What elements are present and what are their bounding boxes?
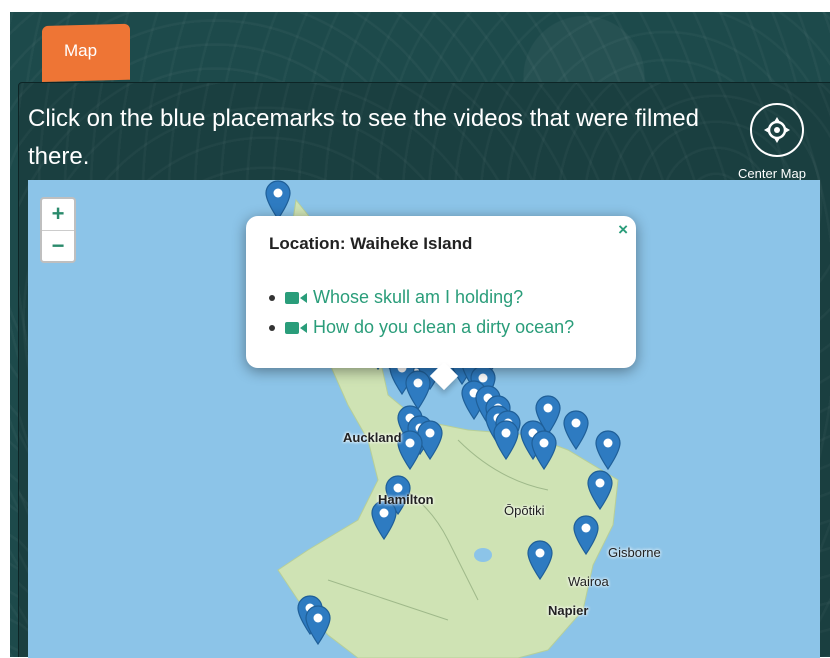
- place-label-napier: Napier: [548, 603, 589, 618]
- video-camera-icon: [285, 292, 307, 305]
- place-label-wairoa: Wairoa: [568, 574, 609, 589]
- map-view[interactable]: Auckland Hamilton Ōpōtiki Gisborne Wairo…: [28, 180, 820, 658]
- video-list: Whose skull am I holding? How do you cle…: [269, 282, 574, 342]
- crosshair-icon: [764, 117, 790, 143]
- placemark-pin[interactable]: [404, 370, 432, 410]
- placemark-pin[interactable]: [562, 410, 590, 450]
- video-link-label: How do you clean a dirty ocean?: [313, 317, 575, 337]
- tab-map[interactable]: Map: [42, 23, 130, 82]
- placemark-pin[interactable]: [530, 430, 558, 470]
- center-map-button[interactable]: [750, 103, 804, 157]
- center-map-label: Center Map: [738, 166, 806, 181]
- video-link[interactable]: Whose skull am I holding?: [269, 282, 574, 312]
- zoom-in-button[interactable]: +: [42, 199, 74, 231]
- instructions-text: Click on the blue placemarks to see the …: [28, 105, 700, 170]
- place-label-opotiki: Ōpōtiki: [504, 503, 545, 518]
- popup-close-button[interactable]: ×: [618, 220, 628, 240]
- video-link-label: Whose skull am I holding?: [313, 287, 524, 307]
- placemark-pin[interactable]: [526, 540, 554, 580]
- zoom-control: + −: [40, 197, 76, 263]
- video-link[interactable]: How do you clean a dirty ocean?: [269, 312, 574, 342]
- location-popup: × Location: Waiheke Island Whose skull a…: [246, 216, 636, 391]
- video-camera-icon: [285, 322, 307, 335]
- placemark-pin[interactable]: [304, 605, 332, 645]
- placemark-pin[interactable]: [572, 515, 600, 555]
- popup-title: Location: Waiheke Island: [269, 234, 473, 253]
- placemark-pin[interactable]: [594, 430, 622, 470]
- placemark-pin[interactable]: [586, 470, 614, 510]
- bullet: [269, 295, 275, 302]
- placemark-pin[interactable]: [264, 180, 292, 220]
- bullet: [269, 325, 275, 332]
- place-label-gisborne: Gisborne: [608, 545, 661, 560]
- place-label-hamilton: Hamilton: [378, 492, 434, 507]
- tab-map-label: Map: [64, 40, 98, 60]
- placemark-pin[interactable]: [492, 420, 520, 460]
- place-label-auckland: Auckland: [343, 430, 402, 445]
- zoom-out-button[interactable]: −: [42, 231, 74, 262]
